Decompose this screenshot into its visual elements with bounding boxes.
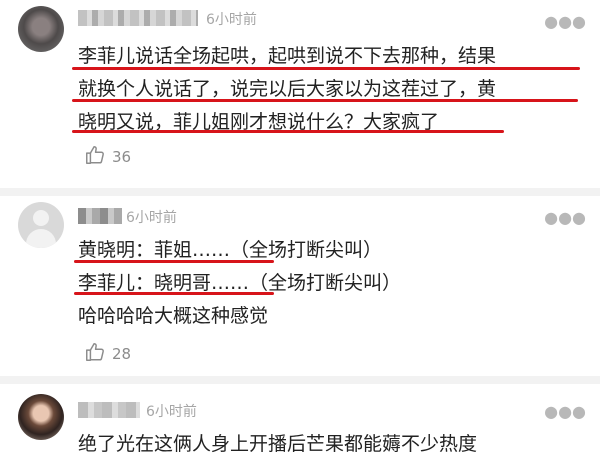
timestamp: 6小时前 bbox=[146, 404, 197, 420]
highlight-underline bbox=[74, 292, 274, 295]
timestamp: 6小时前 bbox=[206, 12, 257, 28]
like-button[interactable]: 36 bbox=[84, 145, 131, 169]
comment-line: 晓明又说，菲儿姐刚才想说什么？大家疯了 bbox=[78, 111, 440, 133]
divider bbox=[0, 376, 600, 384]
comment-text: 黄晓明：菲姐……（全场打断尖叫） 李菲儿：晓明哥……（全场打断尖叫） 哈哈哈哈大… bbox=[78, 234, 578, 333]
avatar[interactable] bbox=[18, 394, 64, 440]
highlight-underline bbox=[74, 260, 274, 263]
comment-item: 6小时前 ●●● 李菲儿说话全场起哄，起哄到说不下去那种，结果 就换个人说话了，… bbox=[0, 0, 600, 188]
comment-line: 绝了光在这俩人身上开播后芒果都能薅不少热度 bbox=[78, 433, 478, 455]
highlight-underline bbox=[72, 67, 580, 70]
like-count: 36 bbox=[112, 148, 132, 166]
thumbs-up-icon bbox=[84, 341, 106, 367]
avatar[interactable] bbox=[18, 6, 64, 52]
more-dots-icon[interactable]: ●●● bbox=[544, 14, 586, 30]
comment-line: 李菲儿：晓明哥……（全场打断尖叫） bbox=[78, 272, 402, 294]
more-dots-icon[interactable]: ●●● bbox=[544, 210, 586, 226]
more-dots-icon[interactable]: ●●● bbox=[544, 404, 586, 420]
avatar[interactable] bbox=[18, 202, 64, 248]
comment-text: 绝了光在这俩人身上开播后芒果都能薅不少热度 bbox=[78, 428, 578, 461]
highlight-underline bbox=[72, 99, 578, 102]
like-count: 28 bbox=[112, 345, 132, 363]
username-blurred[interactable] bbox=[78, 208, 122, 224]
thumbs-up-icon bbox=[84, 144, 106, 170]
username-blurred[interactable] bbox=[78, 402, 140, 418]
like-button[interactable]: 28 bbox=[84, 342, 131, 366]
comment-item: 6小时前 ●●● 黄晓明：菲姐……（全场打断尖叫） 李菲儿：晓明哥……（全场打断… bbox=[0, 196, 600, 376]
divider bbox=[0, 188, 600, 196]
username-blurred[interactable] bbox=[78, 10, 198, 26]
comment-text: 李菲儿说话全场起哄，起哄到说不下去那种，结果 就换个人说话了，说完以后大家以为这… bbox=[78, 40, 578, 139]
comment-line: 哈哈哈哈大概这种感觉 bbox=[78, 305, 269, 327]
highlight-underline bbox=[72, 130, 504, 133]
comment-item: 6小时前 ●●● 绝了光在这俩人身上开播后芒果都能薅不少热度 bbox=[0, 384, 600, 476]
timestamp: 6小时前 bbox=[126, 210, 177, 226]
